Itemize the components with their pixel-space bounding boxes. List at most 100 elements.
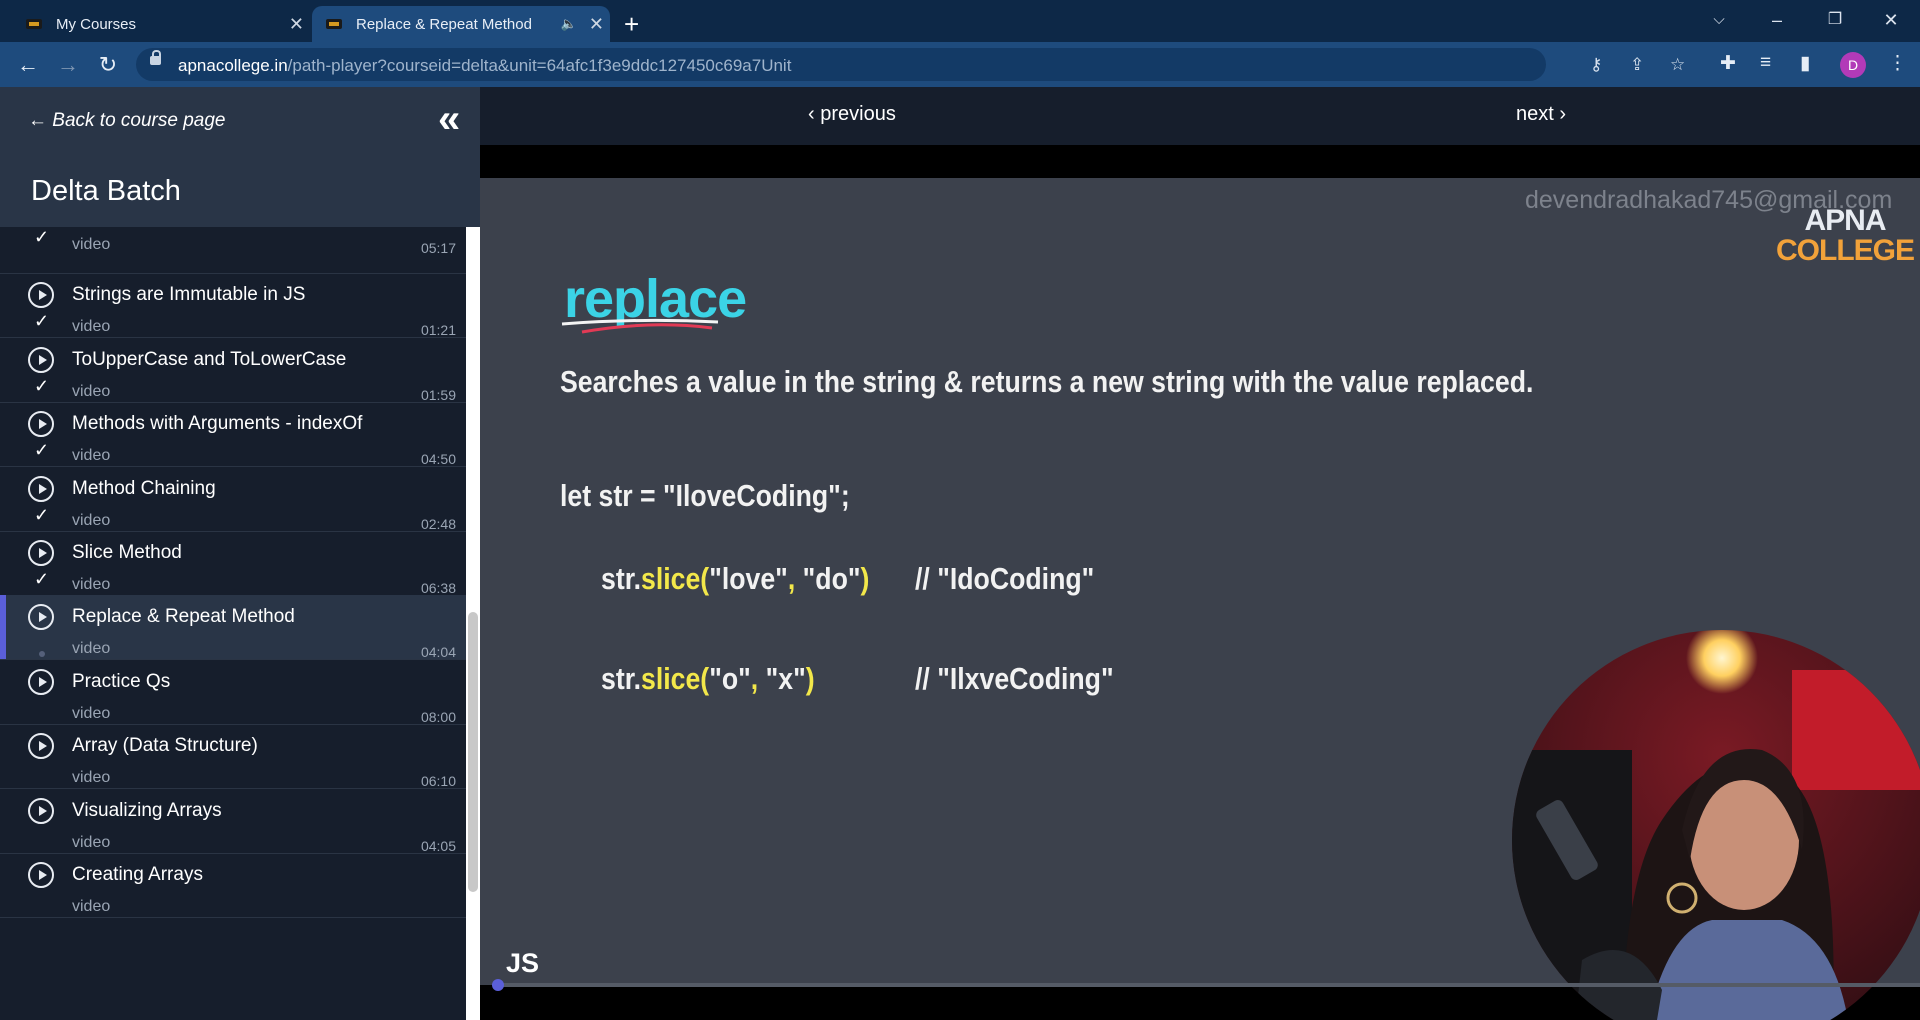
lesson-type: video: [72, 382, 111, 400]
forward-arrow-icon[interactable]: →: [52, 50, 84, 80]
key-icon[interactable]: ⚷: [1590, 55, 1602, 75]
lesson-duration: 02:48: [420, 515, 456, 532]
completed-check-icon: ✓: [34, 375, 50, 396]
completed-check-icon: ✓: [34, 440, 50, 461]
completed-check-icon: ✓: [34, 311, 50, 332]
play-circle-icon: [28, 862, 54, 888]
lesson-title: ToUpperCase and ToLowerCase: [72, 348, 347, 370]
browser-toolbar: ← → ↻ apnacollege.in/path-player?coursei…: [0, 42, 1920, 87]
tab-my-courses[interactable]: My Courses ✕: [10, 6, 310, 42]
lesson-type: video: [72, 576, 111, 593]
extensions-icon[interactable]: ✚: [1720, 52, 1736, 75]
lesson-item[interactable]: Strings are Immutable in JS video 01:21 ✓: [0, 273, 466, 339]
chevron-right-icon: ›: [1553, 103, 1567, 125]
play-circle-icon: [28, 797, 54, 824]
lesson-type: video: [72, 447, 111, 465]
video-player[interactable]: devendradhakad745@gmail.com APNA COLLEGE…: [480, 145, 1920, 1020]
lesson-title: Method Chaining: [72, 477, 216, 499]
next-button[interactable]: next ›: [1516, 103, 1566, 126]
js-badge: JS: [506, 948, 540, 978]
lock-icon: [150, 50, 161, 65]
address-bar[interactable]: apnacollege.in/path-player?courseid=delt…: [136, 48, 1685, 81]
back-arrow-icon[interactable]: ←: [12, 50, 44, 80]
audio-playing-icon[interactable]: 🔈: [561, 16, 577, 32]
lesson-duration: 08:00: [420, 708, 456, 725]
lesson-item[interactable]: Visualizing Arrays video 04:05: [0, 789, 466, 854]
side-panel-icon[interactable]: ▮: [1800, 52, 1810, 75]
browser-tab-strip: My Courses ✕ Replace & Repeat Method 🔈 ✕…: [0, 0, 1920, 42]
lesson-item[interactable]: Creating Arrays video: [0, 853, 466, 918]
tab-replace-repeat[interactable]: Replace & Repeat Method 🔈 ✕: [312, 6, 610, 42]
lesson-type: video: [72, 833, 111, 851]
lesson-duration: 04:04: [420, 644, 456, 661]
chevron-left-icon: ‹: [808, 103, 821, 125]
lesson-duration: 04:50: [420, 451, 456, 468]
lesson-item[interactable]: ToUpperCase and ToLowerCase video 01:59 ✓: [0, 338, 466, 403]
close-window-button[interactable]: ✕: [1862, 0, 1920, 42]
lesson-item[interactable]: Method Chaining video 02:48 ✓: [0, 467, 466, 532]
lesson-item[interactable]: Slice Method video 06:38 ✓: [0, 531, 466, 596]
slide-description: Searches a value in the string & returns…: [560, 364, 1534, 399]
profile-avatar[interactable]: D: [1840, 52, 1866, 78]
course-title: Delta Batch: [31, 175, 181, 207]
minimize-button[interactable]: –: [1748, 0, 1806, 42]
tab-title: My Courses: [56, 15, 137, 33]
media-control-icon[interactable]: ≡: [1760, 52, 1771, 74]
lesson-type: video: [72, 704, 111, 722]
close-tab-icon[interactable]: ✕: [583, 14, 610, 35]
code-declaration: let str = "IloveCoding";: [560, 478, 850, 513]
progress-scrubber[interactable]: [492, 979, 505, 991]
code-comment-1: // "IdoCoding": [915, 561, 1095, 596]
lesson-type: video: [72, 898, 111, 915]
lesson-item[interactable]: Methods with Arguments - indexOf video 04:…: [0, 402, 466, 468]
play-circle-icon: [28, 475, 54, 502]
back-to-course-link[interactable]: ← Back to course page: [28, 110, 226, 132]
new-tab-button[interactable]: +: [624, 6, 639, 42]
previous-button[interactable]: ‹ previous: [808, 103, 896, 126]
lesson-item[interactable]: Array (Data Structure) video 06:10: [0, 724, 466, 790]
lesson-title: Methods with Arguments - indexOf: [72, 413, 363, 435]
play-circle-icon: [28, 604, 54, 631]
lesson-title: Replace & Repeat Method: [72, 606, 295, 628]
current-lesson-dot-icon: [39, 651, 45, 658]
reload-icon[interactable]: ↻: [92, 50, 124, 80]
share-icon[interactable]: ⇪: [1630, 55, 1644, 75]
course-sidebar: ← Back to course page « Delta Batch vide…: [0, 87, 480, 1020]
lesson-type: video: [72, 236, 111, 253]
lesson-type: video: [72, 640, 111, 658]
lesson-type: video: [72, 318, 111, 336]
lesson-duration: 06:10: [420, 773, 456, 790]
menu-kebab-icon[interactable]: ⋮: [1888, 52, 1907, 75]
play-circle-icon: [28, 346, 54, 373]
lesson-title: Array (Data Structure): [72, 735, 258, 757]
scrollbar-thumb[interactable]: [468, 612, 478, 892]
tab-title: Replace & Repeat Method: [356, 15, 532, 33]
bookmark-star-icon[interactable]: ☆: [1670, 55, 1685, 75]
close-tab-icon[interactable]: ✕: [283, 14, 310, 35]
sidebar-header: ← Back to course page « Delta Batch: [0, 87, 480, 227]
video-progress-bar[interactable]: [494, 983, 1920, 987]
lesson-item[interactable]: Practice Qs video 08:00: [0, 660, 466, 725]
collapse-sidebar-icon[interactable]: «: [438, 97, 460, 142]
site-favicon-icon: [26, 19, 42, 29]
lesson-item[interactable]: video 05:17 ✓: [0, 209, 466, 274]
completed-check-icon: ✓: [34, 504, 50, 525]
play-circle-icon: [28, 282, 54, 309]
play-circle-icon: [28, 540, 54, 566]
play-circle-icon: [28, 411, 54, 438]
lesson-nav-bar: ‹ previous next ›: [480, 87, 1920, 145]
url-text[interactable]: apnacollege.in/path-player?courseid=delt…: [178, 56, 791, 76]
completed-check-icon: ✓: [34, 569, 50, 589]
site-favicon-icon: [326, 19, 342, 29]
tab-search-icon[interactable]: ⌵: [1690, 0, 1748, 42]
lesson-title: Slice Method: [72, 542, 182, 563]
lesson-title: Visualizing Arrays: [72, 799, 222, 821]
restore-button[interactable]: ❐: [1806, 0, 1864, 42]
lesson-title: Creating Arrays: [72, 864, 203, 885]
play-circle-icon: [28, 733, 54, 760]
lesson-title: Practice Qs: [72, 670, 171, 692]
lesson-title: Strings are Immutable in JS: [72, 284, 306, 306]
lesson-duration: 05:17: [420, 240, 456, 256]
completed-check-icon: ✓: [34, 227, 50, 247]
lesson-item[interactable]: Replace & Repeat Method video 04:04: [0, 595, 466, 661]
